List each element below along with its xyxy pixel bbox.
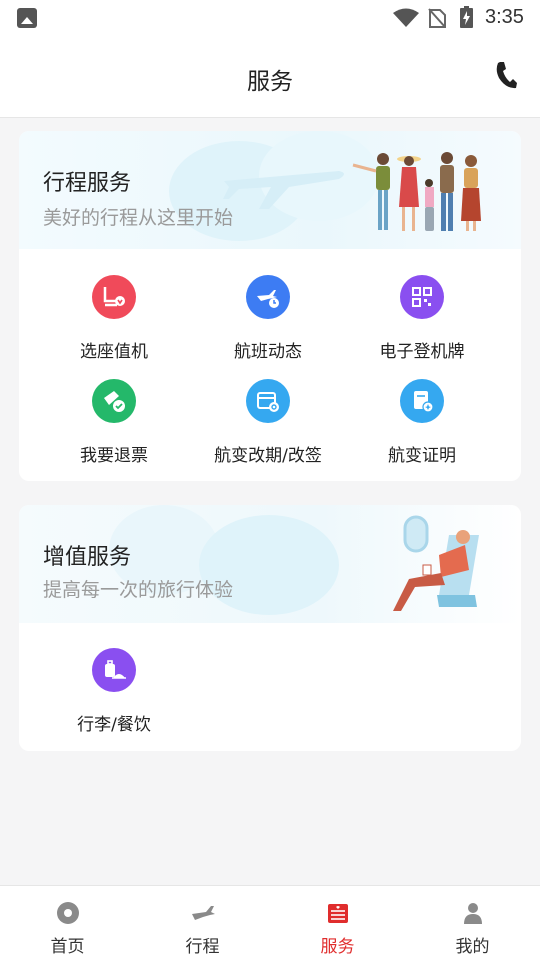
status-time: 3:35 [485,6,524,28]
flight-status-icon [246,275,290,319]
seat-checkin-icon [92,275,136,319]
certificate-icon [400,379,444,423]
home-icon [57,902,79,924]
value-services-subtitle: 提高每一次的旅行体验 [43,579,234,601]
certificate-label: 航变证明 [388,446,456,466]
trip-services-card: 行程服务 美好的行程从这里开始 选座值机 航班动态 电子登机牌 我要退票 航变改… [19,131,521,481]
reschedule-item[interactable]: 航变改期/改签 [193,379,343,466]
ticket-refund-label: 我要退票 [80,446,148,466]
service-icon [328,904,348,923]
tab-home[interactable]: 首页 [0,886,135,960]
luggage-meal-icon [92,648,136,692]
seat-checkin-label: 选座值机 [80,342,148,362]
travelers-illustration [352,152,481,231]
status-bar: 3:35 [0,0,540,36]
passenger-seat-illustration [393,515,479,611]
tab-services[interactable]: 服务 [270,886,405,960]
profile-icon [464,903,482,924]
seat-checkin-item[interactable]: 选座值机 [39,275,189,362]
flight-status-item[interactable]: 航班动态 [193,275,343,362]
page-title: 服务 [247,69,293,95]
ticket-refund-item[interactable]: 我要退票 [39,379,189,466]
battery-charging-icon [460,6,473,28]
value-services-card: 增值服务 提高每一次的旅行体验 行李/餐饮 [19,505,521,751]
boarding-pass-item[interactable]: 电子登机牌 [347,275,497,362]
tab-profile-label: 我的 [455,937,490,957]
airplane-illustration [223,171,344,209]
reschedule-calendar-icon [246,379,290,423]
tab-services-label: 服务 [320,937,355,957]
bottom-tab-bar: 首页 行程 服务 我的 [0,885,540,960]
certificate-item[interactable]: 航变证明 [347,379,497,466]
value-services-title: 增值服务 [43,545,132,570]
ticket-refund-icon [92,379,136,423]
trip-services-subtitle: 美好的行程从这里开始 [43,207,234,229]
wifi-icon [393,8,419,27]
tab-profile[interactable]: 我的 [405,886,540,960]
luggage-meal-label: 行李/餐饮 [77,715,151,735]
trip-services-title: 行程服务 [43,171,132,196]
tab-trips-label: 行程 [185,937,220,957]
qr-boarding-pass-icon [400,275,444,319]
boarding-pass-label: 电子登机牌 [379,342,465,362]
app-header: 服务 [0,36,540,118]
tab-trips[interactable]: 行程 [135,886,270,960]
no-sim-icon [428,8,446,28]
tab-home-label: 首页 [50,937,85,957]
phone-icon[interactable] [494,60,518,90]
luggage-meal-item[interactable]: 行李/餐饮 [39,648,189,735]
reschedule-label: 航变改期/改签 [214,446,322,466]
plane-icon [192,906,215,920]
image-notification-icon [17,8,37,28]
flight-status-label: 航班动态 [234,342,302,362]
